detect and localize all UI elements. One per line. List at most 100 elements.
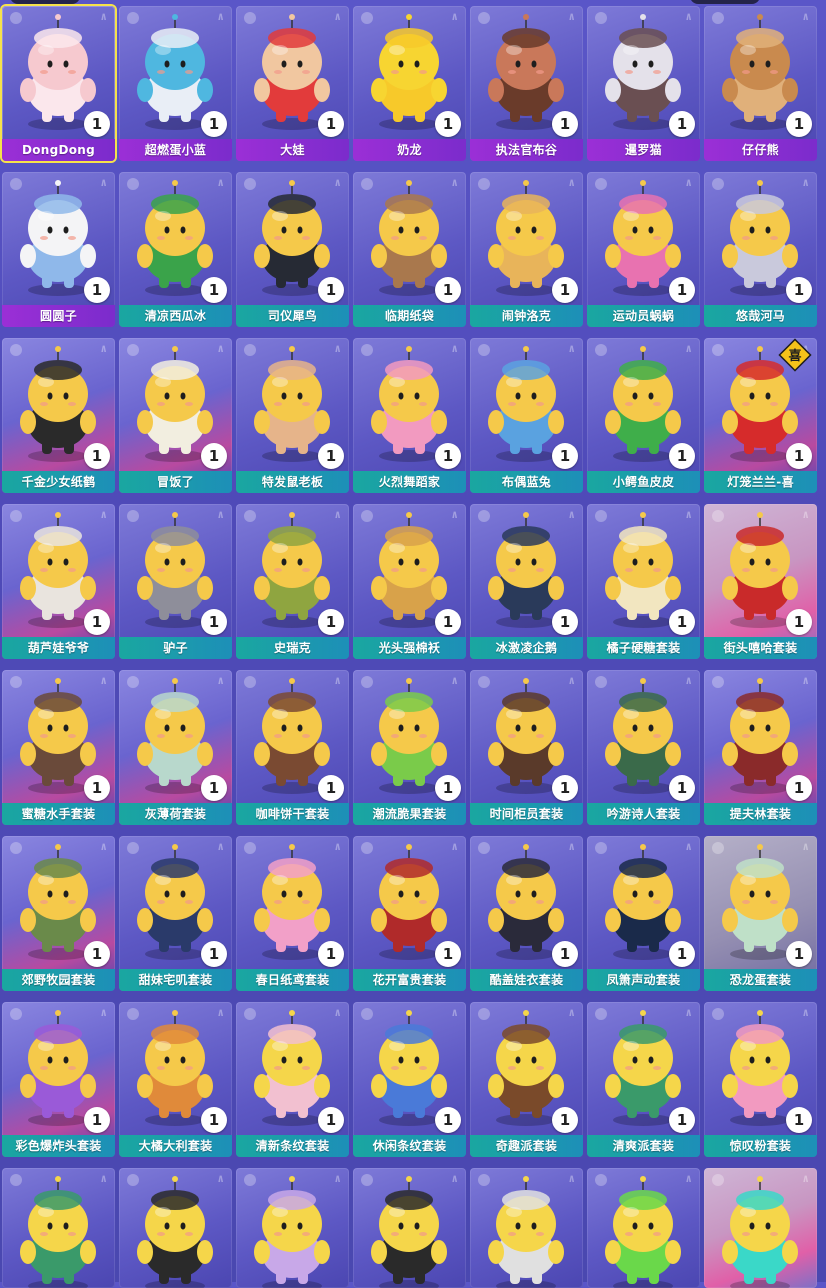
item-card-partial[interactable]: ∧: [470, 1168, 583, 1288]
item-card[interactable]: ∧ 1 清新条纹套装: [236, 1002, 349, 1157]
item-name-label: 休闲条纹套装: [353, 1135, 466, 1157]
item-card[interactable]: ∧ 1 灰薄荷套装: [119, 670, 232, 825]
item-card[interactable]: ∧ 喜 1 灯笼兰兰-喜: [704, 338, 817, 493]
item-card[interactable]: ∧ 1 千金少女纸鹤: [2, 338, 115, 493]
top-tab-left: [10, 0, 80, 4]
item-card[interactable]: ∧ 1 火烈舞蹈家: [353, 338, 466, 493]
count-badge: 1: [84, 609, 110, 635]
egg-character-icon: [137, 1176, 213, 1288]
item-card[interactable]: ∧ 1 布偶蓝兔: [470, 338, 583, 493]
item-card[interactable]: ∧ 1 DongDong: [2, 6, 115, 161]
item-card-partial[interactable]: ∧: [2, 1168, 115, 1288]
count-badge: 1: [84, 1107, 110, 1133]
egg-character-icon: [722, 1176, 798, 1288]
item-card-partial[interactable]: ∧: [353, 1168, 466, 1288]
item-card[interactable]: ∧ 1 超燃蛋小蓝: [119, 6, 232, 161]
item-card[interactable]: ∧ 1 咖啡饼干套装: [236, 670, 349, 825]
item-card[interactable]: ∧ 1 吟游诗人套装: [587, 670, 700, 825]
item-card[interactable]: ∧ 1 光头强棉袄: [353, 504, 466, 659]
item-card[interactable]: ∧ 1 恐龙蛋套装: [704, 836, 817, 991]
egg-character-icon: [254, 1176, 330, 1288]
item-card[interactable]: ∧ 1 仔仔熊: [704, 6, 817, 161]
count-badge: 1: [786, 443, 812, 469]
item-card[interactable]: ∧ 1 春日纸鸢套装: [236, 836, 349, 991]
item-card[interactable]: ∧ 1 惊叹粉套装: [704, 1002, 817, 1157]
count-badge: 1: [318, 941, 344, 967]
item-card[interactable]: ∧ 1 大橘大利套装: [119, 1002, 232, 1157]
item-card[interactable]: ∧ 1 休闲条纹套装: [353, 1002, 466, 1157]
item-card-partial[interactable]: ∧: [236, 1168, 349, 1288]
item-card[interactable]: ∧ 1 郊野牧园套装: [2, 836, 115, 991]
item-name-label: 蜜糖水手套装: [2, 803, 115, 825]
egg-character-icon: [488, 1176, 564, 1288]
item-name-label: 奇趣派套装: [470, 1135, 583, 1157]
item-card[interactable]: ∧ 1 橘子硬糖套装: [587, 504, 700, 659]
item-name-label: 郊野牧园套装: [2, 969, 115, 991]
item-card[interactable]: ∧ 1 冰激凌企鹅: [470, 504, 583, 659]
item-card[interactable]: ∧ 1 提夫林套装: [704, 670, 817, 825]
item-card[interactable]: ∧ 1 圆圆子: [2, 172, 115, 327]
count-badge: 1: [84, 443, 110, 469]
item-card[interactable]: ∧ 1 特发鼠老板: [236, 338, 349, 493]
count-badge: 1: [318, 443, 344, 469]
item-card[interactable]: ∧ 1 彩色爆炸头套装: [2, 1002, 115, 1157]
item-card[interactable]: ∧ 1 花开富贵套装: [353, 836, 466, 991]
item-card[interactable]: ∧ 1 街头嘻哈套装: [704, 504, 817, 659]
item-name-label: 恐龙蛋套装: [704, 969, 817, 991]
item-name-label: 花开富贵套装: [353, 969, 466, 991]
item-card[interactable]: ∧ 1 奶龙: [353, 6, 466, 161]
item-name-label: 吟游诗人套装: [587, 803, 700, 825]
egg-character-icon: [371, 1176, 447, 1288]
item-card-partial[interactable]: ∧: [704, 1168, 817, 1288]
count-badge: 1: [435, 277, 461, 303]
item-card[interactable]: ∧ 1 暹罗猫: [587, 6, 700, 161]
item-name-label: 灰薄荷套装: [119, 803, 232, 825]
item-card[interactable]: ∧ 1 清爽派套装: [587, 1002, 700, 1157]
item-card[interactable]: ∧ 1 运动员蜗蜗: [587, 172, 700, 327]
item-name-label: 时间柜员套装: [470, 803, 583, 825]
item-card[interactable]: ∧ 1 葫芦娃爷爷: [2, 504, 115, 659]
item-card-partial[interactable]: ∧: [119, 1168, 232, 1288]
item-card[interactable]: ∧ 1 闹钟洛克: [470, 172, 583, 327]
item-card[interactable]: ∧ 1 潮流脆果套装: [353, 670, 466, 825]
count-badge: 1: [201, 1107, 227, 1133]
item-card[interactable]: ∧ 1 凤箫声动套装: [587, 836, 700, 991]
item-name-label: 布偶蓝兔: [470, 471, 583, 493]
item-name-label: 仔仔熊: [704, 139, 817, 161]
item-name-label: 灯笼兰兰-喜: [704, 471, 817, 493]
count-badge: 1: [669, 941, 695, 967]
item-name-label: 光头强棉袄: [353, 637, 466, 659]
count-badge: 1: [435, 609, 461, 635]
count-badge: 1: [669, 609, 695, 635]
item-card[interactable]: ∧ 1 蜜糖水手套装: [2, 670, 115, 825]
item-card[interactable]: ∧ 1 小鳄鱼皮皮: [587, 338, 700, 493]
item-card[interactable]: ∧ 1 临期纸袋: [353, 172, 466, 327]
item-card[interactable]: ∧ 1 甜妹宅叽套装: [119, 836, 232, 991]
item-name-label: DongDong: [2, 139, 115, 161]
count-badge: 1: [435, 775, 461, 801]
count-badge: 1: [786, 277, 812, 303]
item-card[interactable]: ∧ 1 酷盖娃衣套装: [470, 836, 583, 991]
item-card[interactable]: ∧ 1 奇趣派套装: [470, 1002, 583, 1157]
sign-text: 喜: [788, 348, 801, 364]
item-card[interactable]: ∧ 1 时间柜员套装: [470, 670, 583, 825]
item-name-label: 清爽派套装: [587, 1135, 700, 1157]
count-badge: 1: [201, 609, 227, 635]
item-card[interactable]: ∧ 1 司仪犀鸟: [236, 172, 349, 327]
item-card-partial[interactable]: ∧: [587, 1168, 700, 1288]
item-name-label: 史瑞克: [236, 637, 349, 659]
count-badge: 1: [201, 443, 227, 469]
item-card[interactable]: ∧ 1 悠哉河马: [704, 172, 817, 327]
item-name-label: 火烈舞蹈家: [353, 471, 466, 493]
count-badge: 1: [435, 443, 461, 469]
count-badge: 1: [435, 941, 461, 967]
item-card[interactable]: ∧ 1 驴子: [119, 504, 232, 659]
count-badge: 1: [669, 1107, 695, 1133]
item-card[interactable]: ∧ 1 史瑞克: [236, 504, 349, 659]
count-badge: 1: [84, 775, 110, 801]
item-card[interactable]: ∧ 1 大娃: [236, 6, 349, 161]
item-card[interactable]: ∧ 1 执法官布谷: [470, 6, 583, 161]
item-card[interactable]: ∧ 1 冒饭了: [119, 338, 232, 493]
item-name-label: 咖啡饼干套装: [236, 803, 349, 825]
item-card[interactable]: ∧ 1 清凉西瓜冰: [119, 172, 232, 327]
